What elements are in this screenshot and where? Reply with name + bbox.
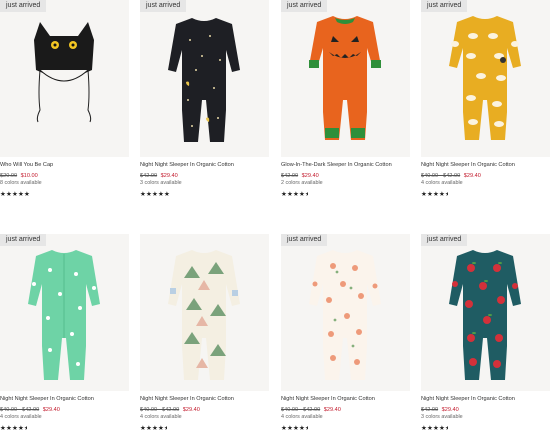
product-image[interactable]: just arrived	[281, 0, 410, 157]
just-arrived-badge: just arrived	[281, 0, 328, 12]
product-info: Night Night Sleeper In Organic Cotton $4…	[140, 162, 269, 198]
product-image[interactable]: just arrived	[421, 0, 550, 157]
sale-price: $29.40	[463, 173, 481, 179]
product-name[interactable]: Night Night Sleeper In Organic Cotton	[281, 396, 410, 403]
product-name[interactable]: Night Night Sleeper In Organic Cotton	[421, 396, 550, 403]
sale-price: $29.40	[160, 173, 178, 179]
product-name[interactable]: Night Night Sleeper In Organic Cotton	[0, 396, 129, 403]
product-image[interactable]: just arrived	[0, 0, 129, 157]
sale-price: $29.40	[42, 407, 60, 413]
sale-price: $29.40	[323, 407, 341, 413]
product-info: Night Night Sleeper In Organic Cotton $4…	[281, 396, 410, 432]
product-name[interactable]: Night Night Sleeper In Organic Cotton	[421, 162, 550, 169]
colors-available[interactable]: 2 colors available	[281, 180, 410, 187]
just-arrived-badge: just arrived	[421, 234, 468, 246]
star-icon: ★	[445, 426, 448, 432]
original-price: $42.00	[421, 407, 439, 413]
original-price: $40.00 - $42.00	[421, 173, 461, 179]
sale-price: $29.40	[182, 407, 200, 413]
green-bunny-sleeper-icon	[0, 234, 129, 391]
product-name[interactable]: Night Night Sleeper In Organic Cotton	[140, 396, 269, 403]
product-info: Night Night Sleeper In Organic Cotton $4…	[140, 396, 269, 432]
sale-price: $29.40	[301, 173, 319, 179]
colors-available[interactable]: 4 colors available	[281, 414, 410, 421]
original-price: $20.00	[0, 173, 18, 179]
product-prices: $20.00 $10.00	[0, 172, 129, 180]
colors-available[interactable]: 8 colors available	[0, 180, 129, 187]
apple-sleeper-icon	[421, 234, 550, 391]
just-arrived-badge: just arrived	[0, 0, 47, 12]
product-name[interactable]: Glow-In-The-Dark Sleeper In Organic Cott…	[281, 162, 410, 169]
sale-price: $29.40	[441, 407, 459, 413]
original-price: $42.00	[140, 173, 158, 179]
product-name[interactable]: Who Will You Be Cap	[0, 162, 129, 169]
product-prices: $40.00 - $42.00 $29.40	[281, 406, 410, 414]
star-rating: ★ ★ ★ ★ ★	[421, 191, 461, 198]
product-prices: $40.00 - $42.00 $29.40	[0, 406, 129, 414]
product-prices: $42.00 $29.40	[421, 406, 550, 414]
product-info: Night Night Sleeper In Organic Cotton $4…	[421, 396, 550, 432]
product-grid: just arrived Who Will You Be Cap $20.00 …	[0, 0, 550, 432]
product-image[interactable]: just arrived	[421, 234, 550, 391]
product-image[interactable]: just arrived	[0, 234, 129, 391]
star-rating: ★ ★ ★ ★ ★	[140, 191, 180, 198]
original-price: $40.00 - $42.00	[281, 407, 321, 413]
just-arrived-badge: just arrived	[140, 0, 187, 12]
star-rating: ★ ★ ★ ★ ★	[0, 191, 40, 198]
star-rating: ★ ★ ★ ★ ★	[281, 191, 321, 198]
pumpkin-sleeper-icon	[281, 0, 410, 157]
just-arrived-badge: just arrived	[0, 234, 47, 246]
colors-available[interactable]: 3 colors available	[140, 180, 269, 187]
star-icon: ★	[164, 426, 167, 432]
colors-available[interactable]: 3 colors available	[421, 414, 550, 421]
product-image[interactable]	[140, 234, 269, 391]
colors-available[interactable]: 4 colors available	[421, 180, 550, 187]
star-rating: ★ ★ ★ ★ ★	[140, 425, 180, 432]
product-info: Who Will You Be Cap $20.00 $10.00 8 colo…	[0, 162, 129, 198]
original-price: $40.00 - $42.00	[140, 407, 180, 413]
product-prices: $40.00 - $42.00 $29.40	[421, 172, 550, 180]
just-arrived-badge: just arrived	[281, 234, 328, 246]
star-icon: ★	[305, 192, 308, 198]
yellow-sheep-sleeper-icon	[421, 0, 550, 157]
product-info: Night Night Sleeper In Organic Cotton $4…	[0, 396, 129, 432]
product-prices: $40.00 - $42.00 $29.40	[140, 406, 269, 414]
product-info: Glow-In-The-Dark Sleeper In Organic Cott…	[281, 162, 410, 198]
star-icon: ★	[445, 192, 448, 198]
colors-available[interactable]: 4 colors available	[140, 414, 269, 421]
star-icon: ★	[164, 191, 170, 198]
star-rating: ★ ★ ★ ★ ★	[0, 425, 40, 432]
star-rating: ★ ★ ★ ★ ★	[421, 425, 461, 432]
colors-available[interactable]: 4 colors available	[0, 414, 129, 421]
star-rating: ★ ★ ★ ★ ★	[281, 425, 321, 432]
original-price: $42.00	[281, 173, 299, 179]
original-price: $40.00 - $42.00	[0, 407, 40, 413]
mountain-sleeper-icon	[140, 234, 269, 391]
star-icon: ★	[305, 426, 308, 432]
just-arrived-badge: just arrived	[421, 0, 468, 12]
product-name[interactable]: Night Night Sleeper In Organic Cotton	[140, 162, 269, 169]
product-image[interactable]: just arrived	[140, 0, 269, 157]
product-info: Night Night Sleeper In Organic Cotton $4…	[421, 162, 550, 198]
product-prices: $42.00 $29.40	[140, 172, 269, 180]
sale-price: $10.00	[20, 173, 38, 179]
black-sleeper-icon	[140, 0, 269, 157]
star-icon: ★	[24, 426, 27, 432]
product-image[interactable]: just arrived	[281, 234, 410, 391]
cat-cap-icon	[0, 0, 129, 157]
product-prices: $42.00 $29.40	[281, 172, 410, 180]
star-icon: ★	[24, 191, 30, 198]
floral-sleeper-icon	[281, 234, 410, 391]
